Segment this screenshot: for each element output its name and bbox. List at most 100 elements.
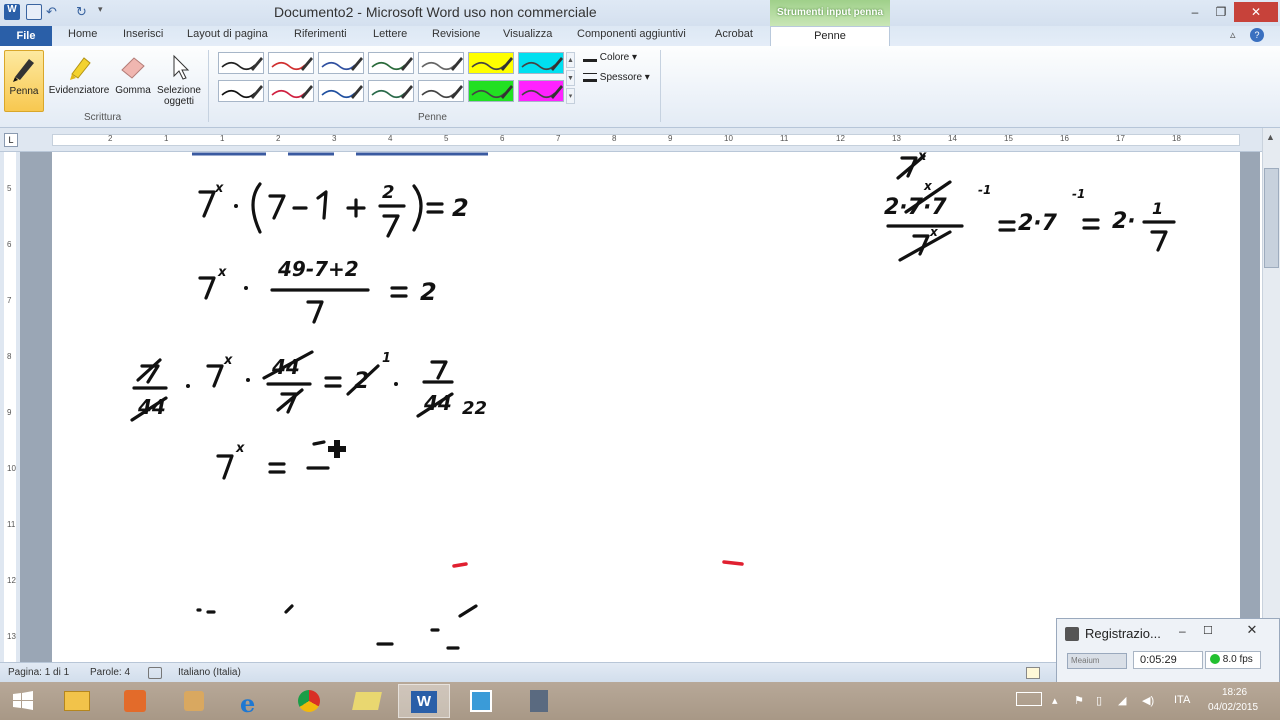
pen-swatch[interactable]	[318, 52, 364, 74]
help-icon[interactable]: ?	[1250, 28, 1264, 42]
undo-icon[interactable]: ↶	[46, 4, 62, 20]
colore-dropdown[interactable]: Colore ▾	[583, 52, 637, 63]
document-page[interactable]: x 2 2 x 49-7+2 2 44 x 44 2 1 44 22 x x 2…	[52, 149, 1240, 662]
ink-canvas[interactable]: x 2 2 x 49-7+2 2 44 x 44 2 1 44 22 x x 2…	[52, 149, 1240, 662]
pen-swatch[interactable]	[518, 52, 564, 74]
recorder-close-button[interactable]: ✕	[1233, 622, 1271, 640]
gomma-button[interactable]: Gomma	[114, 50, 152, 96]
svg-text:-1: -1	[978, 183, 991, 197]
tab-lettere[interactable]: Lettere	[373, 28, 407, 40]
tab-riferimenti[interactable]: Riferimenti	[294, 28, 347, 40]
taskbar-ie[interactable]: e	[226, 684, 278, 718]
save-icon[interactable]	[26, 4, 42, 20]
input-language[interactable]: ITA	[1174, 694, 1190, 706]
gallery-more-icon[interactable]: ▾	[566, 88, 575, 104]
taskbar-word[interactable]: W	[398, 684, 450, 718]
pen-swatch[interactable]	[368, 80, 414, 102]
ruler-number: 6	[500, 134, 505, 143]
tab-selector-icon[interactable]: L	[4, 133, 18, 147]
penna-button[interactable]: Penna	[4, 50, 44, 112]
evidenziatore-button[interactable]: Evidenziatore	[46, 50, 112, 96]
recorder-minimize-button[interactable]: –	[1179, 624, 1186, 638]
pen-swatch[interactable]	[268, 80, 314, 102]
svg-text:2: 2	[452, 194, 469, 222]
window-title: Documento2 - Microsoft Word uso non comm…	[274, 4, 597, 20]
ruler-number: 2	[276, 134, 281, 143]
tab-file[interactable]: File	[0, 26, 52, 46]
vruler-number: 12	[7, 576, 16, 585]
tab-penne[interactable]: Penne	[770, 26, 890, 46]
vruler-number: 5	[7, 184, 12, 193]
tab-layout[interactable]: Layout di pagina	[187, 28, 268, 40]
ruler-number: 11	[780, 134, 789, 143]
tab-componenti[interactable]: Componenti aggiuntivi	[577, 28, 686, 40]
tab-inserisci[interactable]: Inserisci	[123, 28, 163, 40]
taskbar-app3[interactable]	[168, 684, 220, 718]
pen-swatch[interactable]	[318, 80, 364, 102]
start-button[interactable]	[0, 684, 46, 718]
pen-swatch[interactable]	[468, 52, 514, 74]
recorder-title: Registrazio...	[1085, 626, 1161, 641]
pen-swatch[interactable]	[218, 80, 264, 102]
title-bar: W ↶ ↻ ▾ Documento2 - Microsoft Word uso …	[0, 0, 1280, 26]
tab-visualizza[interactable]: Visualizza	[503, 28, 552, 40]
ruler-number: 1	[220, 134, 225, 143]
recorder-fps: 8.0 fps	[1205, 651, 1261, 669]
taskbar-app6[interactable]	[342, 684, 394, 718]
print-layout-icon[interactable]	[1026, 667, 1040, 679]
taskbar-app9[interactable]	[514, 684, 566, 718]
gallery-down-icon[interactable]: ▼	[566, 70, 575, 86]
scroll-up-icon[interactable]: ▲	[1266, 132, 1275, 142]
ruler-number: 1	[164, 134, 169, 143]
proofing-icon[interactable]	[148, 667, 162, 679]
taskbar-explorer[interactable]	[52, 684, 104, 718]
selezione-oggetti-button[interactable]: Selezione oggetti	[154, 50, 204, 107]
ribbon-tabs: File Home Inserisci Layout di pagina Rif…	[0, 26, 1280, 46]
selezione-label-2: oggetti	[163, 96, 195, 107]
recorder-quality-select[interactable]: Meaium	[1067, 653, 1127, 669]
pen-swatch[interactable]	[268, 52, 314, 74]
network-icon[interactable]: ◢	[1118, 694, 1126, 707]
pen-swatch[interactable]	[418, 80, 464, 102]
ink-side-expression: x 2·7·7 x -1 x 2·7 -1 2· 1	[884, 149, 1176, 262]
tray-arrow-icon[interactable]: ▴	[1052, 694, 1058, 707]
flag-icon[interactable]: ⚑	[1074, 694, 1084, 707]
tab-home[interactable]: Home	[68, 28, 97, 40]
tab-acrobat[interactable]: Acrobat	[715, 28, 753, 40]
fps-value: 8.0 fps	[1222, 654, 1253, 665]
ruler-number: 9	[668, 134, 673, 143]
pen-swatch[interactable]	[468, 80, 514, 102]
vertical-scrollbar[interactable]: ▲	[1262, 128, 1280, 662]
customize-qat-icon[interactable]: ▾	[98, 4, 114, 20]
minimize-ribbon-icon[interactable]: ▵	[1230, 28, 1236, 41]
page-count[interactable]: Pagina: 1 di 1	[8, 667, 69, 678]
word-app-icon[interactable]: W	[4, 4, 20, 20]
pen-swatch[interactable]	[368, 52, 414, 74]
taskbar-app8[interactable]	[456, 684, 508, 718]
ink-stray-marks	[196, 560, 744, 650]
word-count[interactable]: Parole: 4	[90, 667, 130, 678]
recorder-maximize-button[interactable]: ☐	[1203, 624, 1213, 637]
contextual-tab-group: Strumenti input penna	[770, 0, 890, 26]
spessore-dropdown[interactable]: Spessore ▾	[583, 72, 650, 83]
pen-swatch[interactable]	[218, 52, 264, 74]
keyboard-icon[interactable]	[1016, 692, 1042, 706]
taskbar-app2[interactable]	[110, 684, 162, 718]
close-button[interactable]: ✕	[1234, 2, 1278, 22]
pen-swatch[interactable]	[418, 52, 464, 74]
language-status[interactable]: Italiano (Italia)	[178, 667, 241, 678]
redo-icon[interactable]: ↻	[76, 4, 92, 20]
clock-time[interactable]: 18:26	[1222, 687, 1247, 698]
gallery-up-icon[interactable]: ▲	[566, 52, 575, 68]
scroll-thumb[interactable]	[1264, 168, 1279, 268]
tab-revisione[interactable]: Revisione	[432, 28, 480, 40]
maximize-button[interactable]: ❐	[1206, 2, 1236, 22]
chrome-icon	[298, 690, 320, 712]
taskbar-chrome[interactable]	[284, 684, 336, 718]
taskbar: e W ▴ ⚑ ▯ ◢ ◀) ITA 18:26 04/02/2015	[0, 682, 1280, 720]
horizontal-ruler[interactable]: L 2 1 1 2 3 4 5 6 7 8 9 10 11 12 13 14 15 16 17 18	[0, 128, 1280, 152]
clock-date[interactable]: 04/02/2015	[1208, 702, 1258, 713]
volume-icon[interactable]: ◀)	[1142, 694, 1154, 707]
pen-swatch[interactable]	[518, 80, 564, 102]
phone-icon[interactable]: ▯	[1096, 694, 1102, 707]
